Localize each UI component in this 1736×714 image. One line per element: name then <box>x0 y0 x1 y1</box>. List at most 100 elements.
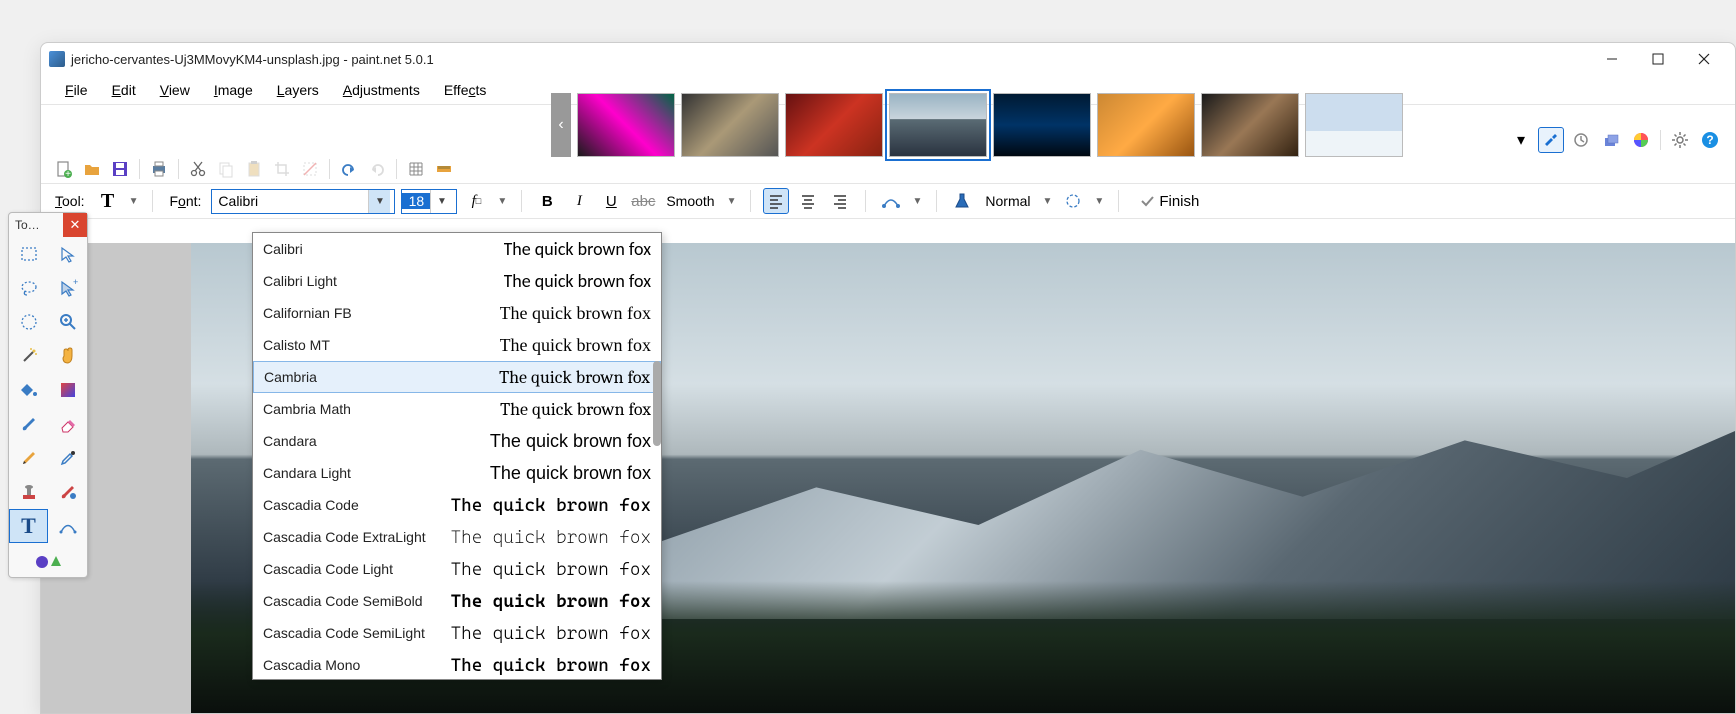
metrics-dropdown-arrow[interactable]: ▼ <box>495 196 509 207</box>
close-button[interactable] <box>1681 43 1727 75</box>
font-option[interactable]: Cascadia Code ExtraLightThe quick brown … <box>253 521 661 553</box>
save-button[interactable] <box>107 156 133 182</box>
toolbox-close-button[interactable]: ✕ <box>63 213 87 237</box>
tool-paint-bucket[interactable] <box>9 373 48 407</box>
font-option[interactable]: Californian FBThe quick brown fox <box>253 297 661 329</box>
document-thumb[interactable] <box>681 93 779 157</box>
document-thumb[interactable] <box>785 93 883 157</box>
tool-selector[interactable]: T <box>95 188 121 214</box>
font-option[interactable]: Cascadia Code LightThe quick brown fox <box>253 553 661 585</box>
document-thumb-active[interactable] <box>889 93 987 157</box>
ruler-button[interactable] <box>431 156 457 182</box>
font-option[interactable]: Cambria MathThe quick brown fox <box>253 393 661 425</box>
tool-ellipse-select[interactable] <box>9 305 48 339</box>
menu-image[interactable]: Image <box>202 78 265 102</box>
italic-button[interactable]: I <box>566 188 592 214</box>
font-family-combo[interactable]: ▼ <box>211 189 395 214</box>
tool-dropdown-arrow[interactable]: ▼ <box>127 196 141 207</box>
menu-layers[interactable]: Layers <box>265 78 331 102</box>
align-center-button[interactable] <box>795 188 821 214</box>
font-metrics-button[interactable]: f□ <box>463 188 489 214</box>
blend-dropdown-arrow[interactable]: ▼ <box>1041 196 1055 207</box>
menu-effects[interactable]: Effects <box>432 78 499 102</box>
antialias-dropdown-arrow[interactable]: ▼ <box>725 196 739 207</box>
tool-recolor[interactable] <box>48 475 87 509</box>
menu-adjustments[interactable]: Adjustments <box>331 78 432 102</box>
align-right-button[interactable] <box>827 188 853 214</box>
settings-button[interactable] <box>1667 127 1693 153</box>
tool-pan[interactable] <box>48 339 87 373</box>
tool-text[interactable]: T <box>9 509 48 543</box>
font-option[interactable]: Cascadia Code SemiLightThe quick brown f… <box>253 617 661 649</box>
font-size-input[interactable] <box>402 193 430 209</box>
font-size-combo[interactable]: ▼ <box>401 189 457 214</box>
tool-zoom[interactable] <box>48 305 87 339</box>
toolbox-header[interactable]: To… ✕ <box>9 213 87 237</box>
font-option[interactable]: Calisto MTThe quick brown fox <box>253 329 661 361</box>
font-option[interactable]: Cascadia MonoThe quick brown fox <box>253 649 661 680</box>
tool-line[interactable] <box>48 509 87 543</box>
tool-move-selection[interactable] <box>48 237 87 271</box>
font-option[interactable]: Candara LightThe quick brown fox <box>253 457 661 489</box>
menu-edit[interactable]: Edit <box>100 78 148 102</box>
deselect-button[interactable] <box>297 156 323 182</box>
colors-window-toggle[interactable] <box>1628 127 1654 153</box>
undo-button[interactable] <box>336 156 362 182</box>
tool-clone-stamp[interactable] <box>9 475 48 509</box>
open-button[interactable] <box>79 156 105 182</box>
grid-button[interactable] <box>403 156 429 182</box>
tool-color-picker[interactable] <box>48 441 87 475</box>
cut-button[interactable] <box>185 156 211 182</box>
selection-clip-dropdown-arrow[interactable]: ▼ <box>1092 196 1106 207</box>
font-dropdown-arrow[interactable]: ▼ <box>368 190 390 213</box>
font-family-input[interactable] <box>212 193 368 209</box>
tool-eraser[interactable] <box>48 407 87 441</box>
tool-magic-wand[interactable] <box>9 339 48 373</box>
tool-pencil[interactable] <box>9 441 48 475</box>
document-thumb[interactable] <box>1305 93 1403 157</box>
font-option[interactable]: Cascadia CodeThe quick brown fox <box>253 489 661 521</box>
dropdown-scrollbar[interactable] <box>653 361 661 446</box>
crop-button[interactable] <box>269 156 295 182</box>
blend-mode-icon-button[interactable] <box>949 188 975 214</box>
tool-lasso[interactable] <box>9 271 48 305</box>
document-thumb[interactable] <box>993 93 1091 157</box>
print-button[interactable] <box>146 156 172 182</box>
document-thumb[interactable] <box>1201 93 1299 157</box>
menu-view[interactable]: View <box>148 78 202 102</box>
maximize-button[interactable] <box>1635 43 1681 75</box>
thumb-prev-button[interactable]: ‹ <box>551 93 571 157</box>
menu-file[interactable]: File <box>53 78 100 102</box>
help-button[interactable]: ? <box>1697 127 1723 153</box>
tool-rectangle-select[interactable] <box>9 237 48 271</box>
copy-button[interactable] <box>213 156 239 182</box>
tool-gradient[interactable] <box>48 373 87 407</box>
document-thumb[interactable] <box>577 93 675 157</box>
sampling-button[interactable] <box>878 188 904 214</box>
paste-button[interactable] <box>241 156 267 182</box>
font-option[interactable]: CalibriThe quick brown fox <box>253 233 661 265</box>
thumb-menu-button[interactable]: ▾ <box>1508 127 1534 153</box>
align-left-button[interactable] <box>763 188 789 214</box>
tool-move-pixels[interactable]: + <box>48 271 87 305</box>
minimize-button[interactable] <box>1589 43 1635 75</box>
history-window-toggle[interactable] <box>1568 127 1594 153</box>
font-option[interactable]: Cascadia Code SemiBoldThe quick brown fo… <box>253 585 661 617</box>
new-button[interactable]: + <box>51 156 77 182</box>
tools-window-toggle[interactable] <box>1538 127 1564 153</box>
font-option[interactable]: CandaraThe quick brown fox <box>253 425 661 457</box>
redo-button[interactable] <box>364 156 390 182</box>
strikethrough-button[interactable]: abc <box>630 188 656 214</box>
font-option[interactable]: CambriaThe quick brown fox <box>253 361 661 393</box>
font-dropdown-list[interactable]: CalibriThe quick brown foxCalibri LightT… <box>252 232 662 680</box>
tool-paintbrush[interactable] <box>9 407 48 441</box>
layers-window-toggle[interactable] <box>1598 127 1624 153</box>
selection-clip-button[interactable] <box>1060 188 1086 214</box>
bold-button[interactable]: B <box>534 188 560 214</box>
tool-shapes[interactable] <box>9 543 87 577</box>
size-dropdown-arrow[interactable]: ▼ <box>430 190 452 213</box>
font-option[interactable]: Calibri LightThe quick brown fox <box>253 265 661 297</box>
underline-button[interactable]: U <box>598 188 624 214</box>
finish-button[interactable]: Finish <box>1131 188 1207 214</box>
document-thumb[interactable] <box>1097 93 1195 157</box>
